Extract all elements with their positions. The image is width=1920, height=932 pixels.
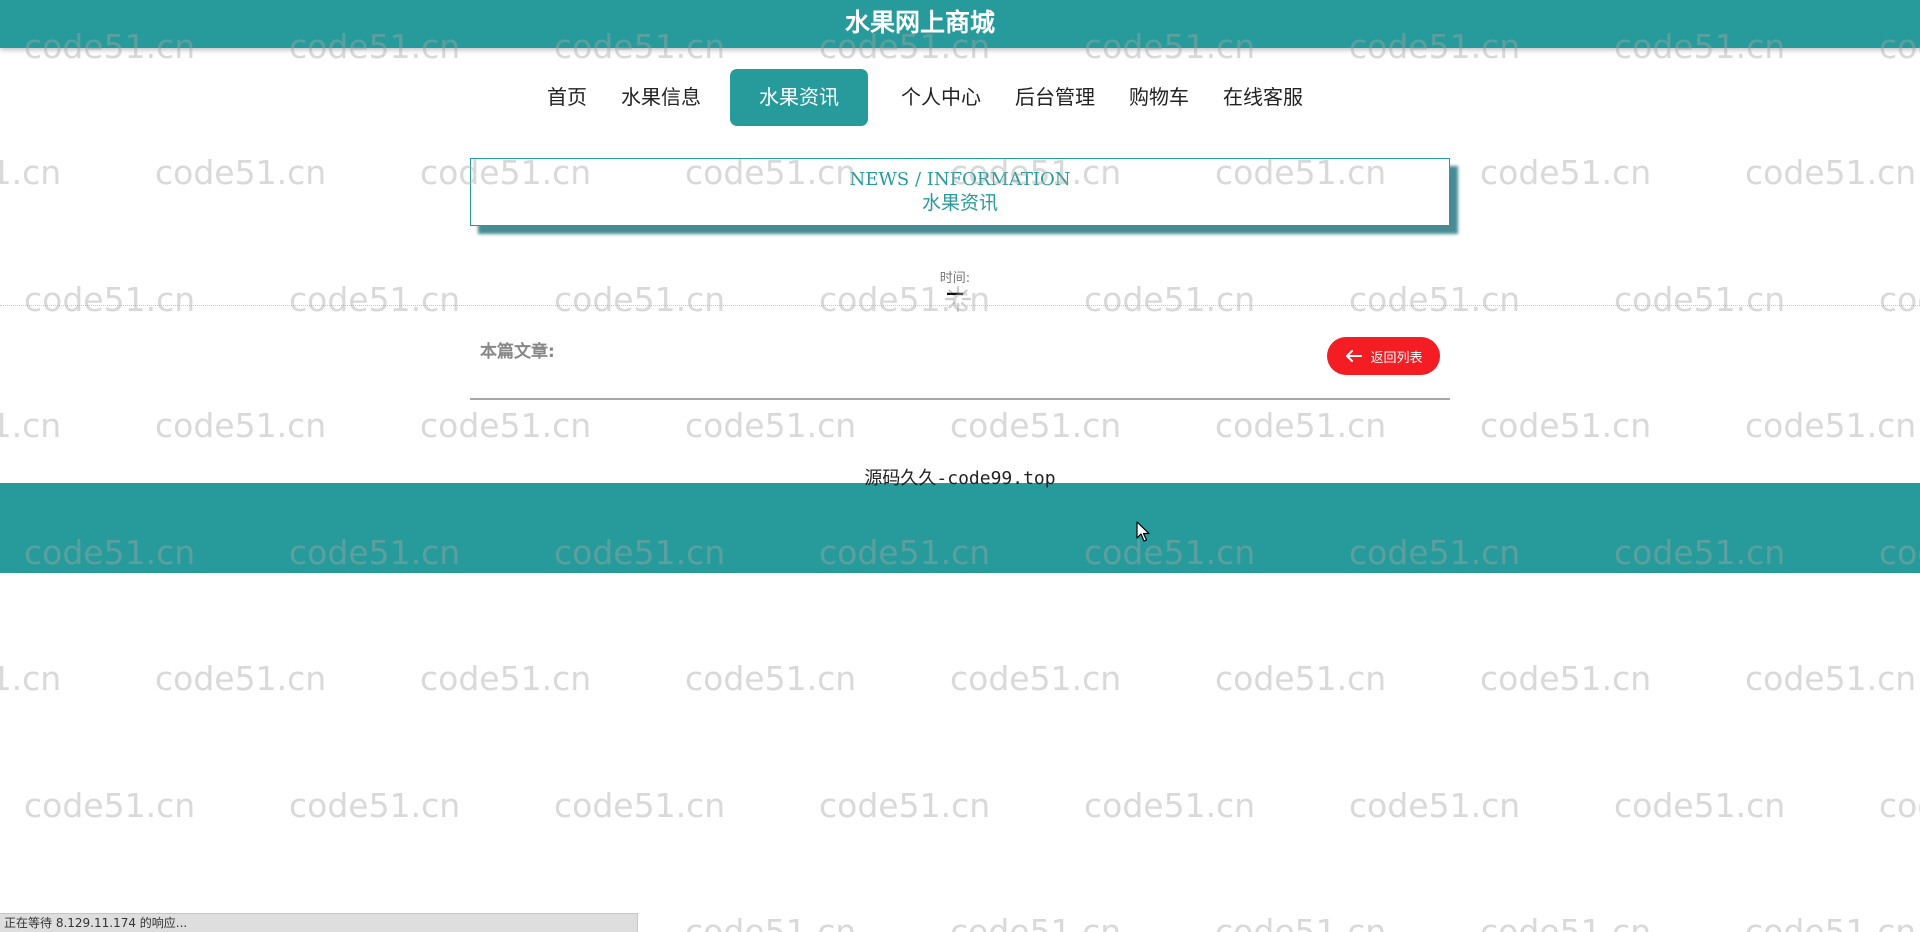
watermark-text: code51.cn <box>1349 786 1521 825</box>
page: 水果网上商城 首页 水果信息 水果资讯 个人中心 后台管理 购物车 在线客服 N… <box>0 0 1920 932</box>
watermark-text: code51.cn <box>1215 406 1387 445</box>
back-to-list-button[interactable]: 返回列表 <box>1327 337 1440 375</box>
time-value: — <box>946 283 964 304</box>
browser-status-bar: 正在等待 8.129.11.174 的响应... <box>0 913 638 932</box>
news-section-header: NEWS / INFORMATION 水果资讯 <box>470 158 1450 226</box>
watermark-text: code51.cn <box>1745 153 1917 192</box>
watermark-text: code51.cn <box>1480 912 1652 932</box>
watermark-text: code51.cn <box>554 786 726 825</box>
nav-item-personal-center[interactable]: 个人中心 <box>884 69 998 126</box>
watermark-text: code51.cn <box>1745 912 1917 932</box>
watermark-text: code51.cn <box>24 280 196 319</box>
watermark-text: code51.cn <box>1879 786 1920 825</box>
watermark-text: code51.cn <box>0 406 62 445</box>
watermark-text: code51.cn <box>1879 280 1920 319</box>
watermark-text: code51.cn <box>289 280 461 319</box>
nav-item-customer-service[interactable]: 在线客服 <box>1206 69 1320 126</box>
watermark-text: code51.cn <box>1215 912 1387 932</box>
watermark-text: code51.cn <box>155 406 327 445</box>
watermark-text: code51.cn <box>1745 659 1917 698</box>
site-title: 水果网上商城 <box>844 8 995 37</box>
nav-item-cart[interactable]: 购物车 <box>1112 69 1206 126</box>
mouse-pointer-icon <box>1136 521 1150 542</box>
watermark-text: code51.cn <box>0 659 62 698</box>
nav-item-fruit-info[interactable]: 水果信息 <box>604 69 718 126</box>
watermark-text: code51.cn <box>0 153 62 192</box>
watermark-text: code51.cn <box>554 280 726 319</box>
watermark-text: code51.cn <box>950 406 1122 445</box>
watermark-text: code51.cn <box>1480 406 1652 445</box>
news-title-cn: 水果资讯 <box>921 192 998 214</box>
watermark-text: code51.cn <box>420 659 592 698</box>
header-bar: 水果网上商城 <box>0 0 1920 48</box>
article-label: 本篇文章: <box>480 342 555 362</box>
watermark-text: code51.cn <box>289 786 461 825</box>
watermark-text: code51.cn <box>1614 280 1786 319</box>
watermark-text: code51.cn <box>1084 280 1256 319</box>
watermark-text: code51.cn <box>1614 786 1786 825</box>
watermark-text: code51.cn <box>1084 786 1256 825</box>
watermark-text: code51.cn <box>950 659 1122 698</box>
main-nav: 首页 水果信息 水果资讯 个人中心 后台管理 购物车 在线客服 <box>530 69 1320 126</box>
watermark-text: code51.cn <box>1480 659 1652 698</box>
watermark-text: code51.cn <box>155 153 327 192</box>
watermark-text: code51.cn <box>420 406 592 445</box>
watermark-text: code51.cn <box>685 912 857 932</box>
news-title-en: NEWS / INFORMATION <box>849 169 1071 190</box>
article-divider <box>470 398 1450 400</box>
watermark-text: code51.cn <box>950 912 1122 932</box>
nav-item-fruit-news[interactable]: 水果资讯 <box>730 69 868 126</box>
watermark-text: code51.cn <box>1215 659 1387 698</box>
watermark-text: code51.cn <box>685 406 857 445</box>
arrow-left-icon <box>1346 350 1363 362</box>
source-credit: 源码久久-code99.top <box>864 468 1056 489</box>
watermark-text: code51.cn <box>1480 153 1652 192</box>
nav-item-home[interactable]: 首页 <box>530 69 604 126</box>
back-to-list-label: 返回列表 <box>1370 350 1423 366</box>
watermark-text: code51.cn <box>685 659 857 698</box>
footer-bar <box>0 483 1920 573</box>
nav-item-admin[interactable]: 后台管理 <box>998 69 1112 126</box>
watermark-text: code51.cn <box>155 659 327 698</box>
watermark-text: code51.cn <box>1745 406 1917 445</box>
watermark-text: code51.cn <box>819 786 991 825</box>
watermark-text: code51.cn <box>1349 280 1521 319</box>
watermark-text: code51.cn <box>24 786 196 825</box>
